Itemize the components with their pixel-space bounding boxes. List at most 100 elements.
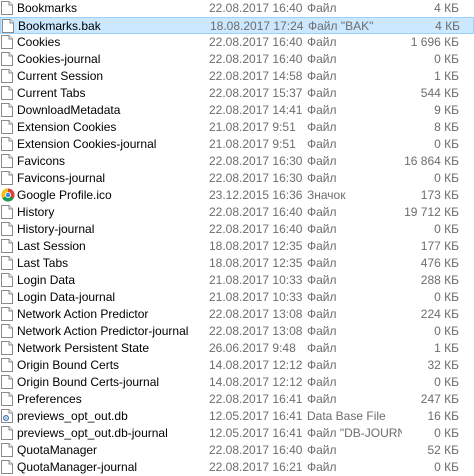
file-icon [1, 86, 13, 100]
file-type: Файл [307, 222, 337, 236]
file-row[interactable]: Preferences 22.08.2017 16:41 Файл 247 КБ [0, 391, 474, 408]
file-date-modified: 22.08.2017 14:41 [209, 103, 303, 117]
file-size: 0 КБ [434, 375, 459, 389]
file-row[interactable]: Login Data 21.08.2017 10:33 Файл 288 КБ [0, 272, 474, 289]
file-row[interactable]: Extension Cookies-journal 21.08.2017 9:51… [0, 136, 474, 153]
file-row[interactable]: QuotaManager 22.08.2017 16:40 Файл 52 КБ [0, 442, 474, 459]
file-size: 0 КБ [434, 222, 459, 236]
file-icon [1, 52, 13, 66]
file-name: Favicons-journal [17, 171, 106, 185]
file-date-modified: 22.08.2017 16:40 [209, 205, 303, 219]
file-name: Current Tabs [17, 86, 86, 100]
file-row[interactable]: Network Action Predictor-journal 22.08.20… [0, 323, 474, 340]
file-name: Google Profile.ico [17, 188, 112, 202]
file-icon [1, 1, 13, 15]
file-name: Cookies-journal [17, 52, 101, 66]
file-type: Файл [307, 35, 337, 49]
file-name: QuotaManager [17, 443, 98, 457]
file-icon [1, 137, 13, 151]
file-name: QuotaManager-journal [17, 460, 138, 474]
file-row[interactable]: previews_opt_out.db 12.05.2017 16:41 Data … [0, 408, 474, 425]
file-row[interactable]: Bookmarks.bak 18.08.2017 17:24 Файл "BAK" 4… [0, 17, 474, 34]
file-date-modified: 22.08.2017 13:08 [209, 324, 303, 338]
file-name: Current Session [17, 69, 104, 83]
file-size: 0 КБ [434, 137, 459, 151]
file-date-modified: 14.08.2017 12:12 [209, 375, 303, 389]
file-type: Файл [307, 358, 337, 372]
file-name: Network Action Predictor [17, 307, 149, 321]
file-type: Файл [307, 324, 337, 338]
file-row[interactable]: History 22.08.2017 16:40 Файл 19 712 КБ [0, 204, 474, 221]
file-row[interactable]: Last Tabs 18.08.2017 12:35 Файл 476 КБ [0, 255, 474, 272]
file-row[interactable]: QuotaManager-journal 22.08.2017 16:21 Файл… [0, 459, 474, 476]
file-size: 173 КБ [420, 188, 459, 202]
file-size: 1 696 КБ [410, 35, 459, 49]
file-row[interactable]: Favicons 22.08.2017 16:30 Файл 16 864 КБ [0, 153, 474, 170]
file-type: Файл [307, 103, 337, 117]
file-type: Файл [307, 375, 337, 389]
file-row[interactable]: Network Action Predictor 22.08.2017 13:08… [0, 306, 474, 323]
file-date-modified: 12.05.2017 16:41 [209, 409, 303, 423]
file-name: Network Action Predictor-journal [17, 324, 189, 338]
file-icon [1, 69, 13, 83]
file-name: DownloadMetadata [17, 103, 121, 117]
file-size: 9 КБ [434, 103, 459, 117]
file-row[interactable]: Origin Bound Certs-journal 14.08.2017 12:… [0, 374, 474, 391]
file-date-modified: 21.08.2017 10:33 [209, 290, 303, 304]
file-row[interactable]: Cookies-journal 22.08.2017 16:40 Файл 0 КБ [0, 51, 474, 68]
file-type: Файл [307, 69, 337, 83]
file-date-modified: 23.12.2015 16:36 [209, 188, 303, 202]
file-icon [1, 324, 13, 338]
file-row[interactable]: Origin Bound Certs 14.08.2017 12:12 Файл 32… [0, 357, 474, 374]
file-row[interactable]: Bookmarks 22.08.2017 16:40 Файл 4 КБ [0, 0, 474, 17]
file-icon [1, 171, 13, 185]
file-row[interactable]: previews_opt_out.db-journal 12.05.2017 16… [0, 425, 474, 442]
file-row[interactable]: Login Data-journal 21.08.2017 10:33 Файл 0 … [0, 289, 474, 306]
file-name: Bookmarks [17, 1, 78, 15]
file-type: Файл [307, 86, 337, 100]
file-date-modified: 21.08.2017 9:51 [209, 120, 296, 134]
file-type: Файл [307, 460, 337, 474]
file-date-modified: 18.08.2017 17:24 [210, 19, 304, 33]
file-type: Файл [307, 443, 337, 457]
file-row[interactable]: Extension Cookies 21.08.2017 9:51 Файл 8 КБ [0, 119, 474, 136]
file-row[interactable]: DownloadMetadata 22.08.2017 14:41 Файл 9 КБ [0, 102, 474, 119]
file-type: Файл [307, 273, 337, 287]
file-row[interactable]: History-journal 22.08.2017 16:40 Файл 0 КБ [0, 221, 474, 238]
file-date-modified: 22.08.2017 16:30 [209, 154, 303, 168]
file-size: 288 КБ [420, 273, 459, 287]
file-name: Extension Cookies [17, 120, 117, 134]
file-icon [1, 290, 13, 304]
file-name: History [17, 205, 55, 219]
file-icon [1, 222, 13, 236]
file-date-modified: 22.08.2017 16:41 [209, 392, 303, 406]
file-type: Файл [307, 239, 337, 253]
file-name: previews_opt_out.db-journal [17, 426, 168, 440]
file-size: 19 712 КБ [404, 205, 459, 219]
file-date-modified: 18.08.2017 12:35 [209, 256, 303, 270]
file-size: 32 КБ [427, 358, 459, 372]
file-row[interactable]: Last Session 18.08.2017 12:35 Файл 177 КБ [0, 238, 474, 255]
file-row[interactable]: Favicons-journal 22.08.2017 16:30 Файл 0 КБ [0, 170, 474, 187]
file-row[interactable]: Current Session 22.08.2017 14:58 Файл 1 КБ [0, 68, 474, 85]
file-size: 16 864 КБ [404, 154, 459, 168]
file-date-modified: 22.08.2017 13:08 [209, 307, 303, 321]
file-size: 0 КБ [434, 460, 459, 474]
file-size: 8 КБ [434, 120, 459, 134]
file-row[interactable]: Cookies 22.08.2017 16:40 Файл 1 696 КБ [0, 34, 474, 51]
file-icon [2, 19, 14, 33]
file-icon [1, 341, 13, 355]
file-row[interactable]: Google Profile.ico 23.12.2015 16:36 Значок… [0, 187, 474, 204]
file-name: Origin Bound Certs [17, 358, 120, 372]
file-date-modified: 22.08.2017 16:30 [209, 171, 303, 185]
file-type: Файл "DB-JOURN..." [307, 426, 402, 440]
file-size: 544 КБ [420, 86, 459, 100]
file-type: Файл [307, 52, 337, 66]
file-row[interactable]: Current Tabs 22.08.2017 15:37 Файл 544 КБ [0, 85, 474, 102]
file-date-modified: 22.08.2017 16:40 [209, 222, 303, 236]
db-file-icon [1, 409, 13, 423]
file-icon [1, 273, 13, 287]
file-name: Bookmarks.bak [18, 19, 101, 33]
file-row[interactable]: Network Persistent State 26.06.2017 9:48 Ф… [0, 340, 474, 357]
file-size: 0 КБ [434, 290, 459, 304]
